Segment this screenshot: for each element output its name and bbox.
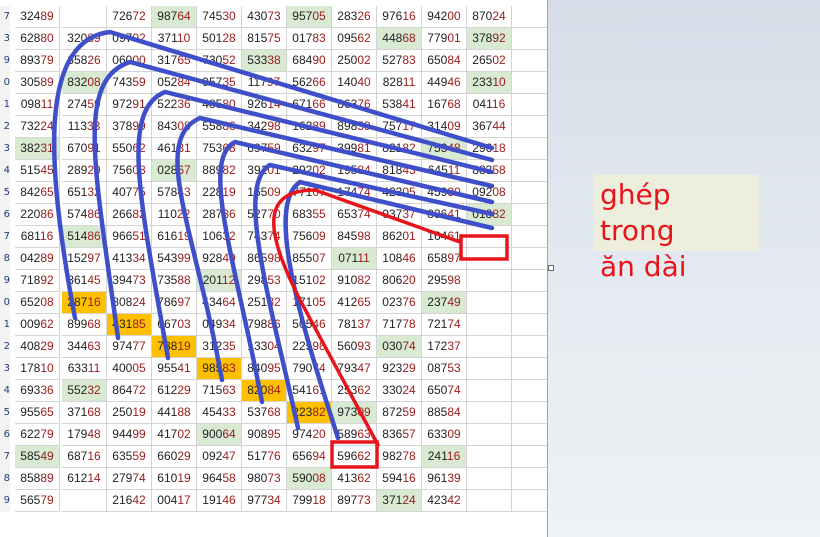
highlight-box — [459, 234, 509, 261]
blue-curve — [51, 29, 495, 321]
blue-curve — [283, 179, 495, 441]
note-line: ghép trong — [600, 178, 675, 247]
blue-curve — [253, 162, 495, 431]
annotation-note: ghép trong ăn dài — [594, 175, 759, 283]
note-line: ăn dài — [600, 250, 687, 283]
highlight-box — [330, 440, 379, 469]
